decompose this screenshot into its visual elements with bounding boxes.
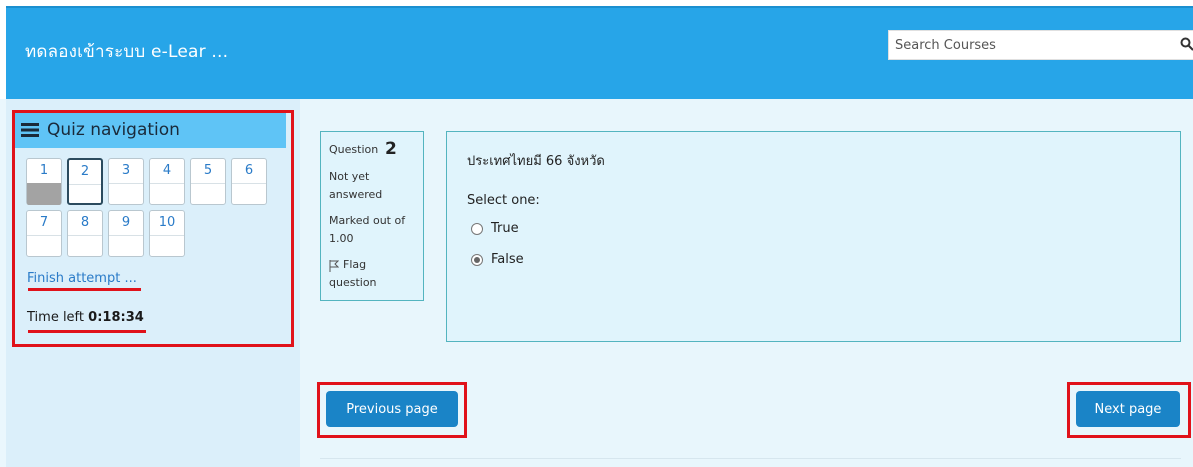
option-true-label: True	[491, 221, 519, 236]
question-text: ประเทศไทยมี 66 จังหวัด	[467, 154, 605, 169]
select-one-prompt: Select one:	[467, 193, 540, 208]
radio-false[interactable]	[471, 254, 483, 266]
annotation-box-next	[1067, 382, 1191, 438]
annotation-underline-time	[28, 330, 146, 333]
question-info-panel: Question 2 Not yet answered Marked out o…	[320, 131, 424, 301]
site-header: ทดลองเข้าระบบ e-Lear ...	[6, 6, 1193, 99]
question-number: 2	[385, 139, 397, 159]
marked-out-of-line1: Marked out of	[329, 214, 406, 227]
search-input[interactable]	[889, 31, 1169, 59]
option-false-label: False	[491, 252, 524, 267]
marked-out-of-line2: 1.00	[329, 232, 354, 245]
quiz-page: ทดลองเข้าระบบ e-Lear ... Quiz navigation…	[0, 0, 1193, 467]
annotation-underline-finish	[28, 288, 141, 291]
flag-icon	[329, 260, 339, 272]
flag-label-line2: question	[329, 276, 377, 289]
question-content-panel: ประเทศไทยมี 66 จังหวัด Select one: True …	[446, 131, 1181, 342]
flag-label-line1: Flag	[343, 258, 367, 271]
question-status-line2: answered	[329, 188, 383, 201]
annotation-box-previous	[317, 382, 467, 438]
annotation-box-quiz-nav	[12, 110, 294, 347]
search-box	[888, 30, 1193, 60]
question-label: Question	[329, 143, 379, 156]
search-icon[interactable]	[1180, 37, 1193, 51]
flag-question-link[interactable]: Flag question	[329, 256, 409, 296]
site-title[interactable]: ทดลองเข้าระบบ e-Lear ...	[25, 38, 228, 65]
radio-true[interactable]	[471, 223, 483, 235]
question-status-line1: Not yet	[329, 170, 370, 183]
divider	[320, 458, 1181, 459]
